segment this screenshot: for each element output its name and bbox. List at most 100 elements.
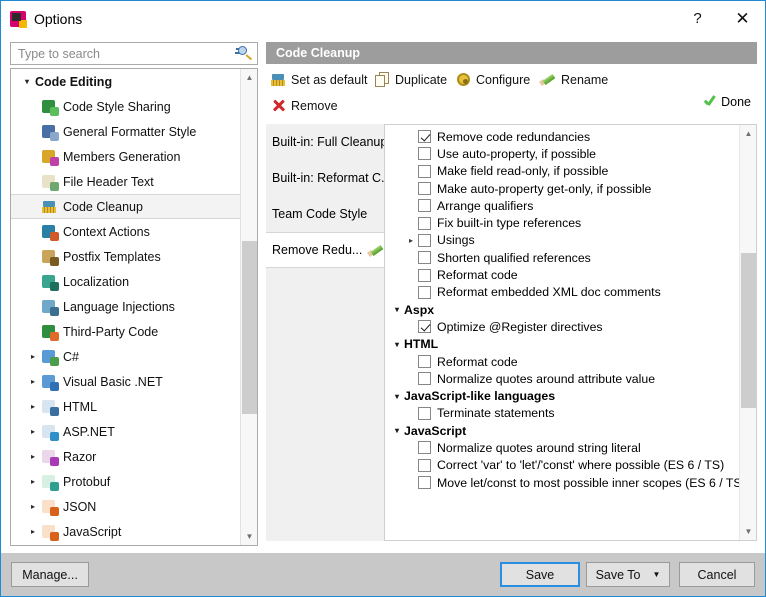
- option-checkbox[interactable]: [418, 234, 431, 247]
- options-scrollbar-thumb[interactable]: [741, 253, 756, 408]
- option-group-header[interactable]: ▾JavaScript: [385, 422, 739, 439]
- chevron-right-icon[interactable]: ▸: [25, 477, 41, 486]
- sidebar-item-code-style-sharing[interactable]: ▸Code Style Sharing: [11, 94, 241, 119]
- options-scroll-up-icon[interactable]: ▲: [740, 125, 757, 142]
- done-button[interactable]: Done: [700, 92, 751, 112]
- sidebar-item-html[interactable]: ▸HTML: [11, 394, 241, 419]
- option-checkbox-row[interactable]: ▸Usings: [385, 232, 739, 249]
- sidebar-item-c[interactable]: ▸C#: [11, 344, 241, 369]
- option-checkbox-row[interactable]: Use auto-property, if possible: [385, 145, 739, 162]
- chevron-right-icon[interactable]: ▸: [25, 502, 41, 511]
- option-checkbox[interactable]: [418, 459, 431, 472]
- save-to-button[interactable]: Save To ▼: [586, 562, 670, 587]
- save-button[interactable]: Save: [500, 562, 580, 587]
- search-input[interactable]: [16, 44, 235, 63]
- chevron-down-icon[interactable]: ▾: [395, 305, 399, 314]
- option-checkbox[interactable]: [418, 217, 431, 230]
- cancel-button[interactable]: Cancel: [679, 562, 755, 587]
- sidebar-item-code-cleanup[interactable]: ▸Code Cleanup: [11, 194, 241, 219]
- tree-scrollbar[interactable]: ▲ ▼: [240, 69, 257, 545]
- option-checkbox[interactable]: [418, 320, 431, 333]
- chevron-right-icon[interactable]: ▸: [25, 377, 41, 386]
- option-checkbox[interactable]: [418, 147, 431, 160]
- chevron-right-icon[interactable]: ▸: [25, 402, 41, 411]
- remove-button[interactable]: Remove: [270, 95, 338, 117]
- tree-scrollbar-thumb[interactable]: [242, 241, 257, 414]
- option-checkbox-row[interactable]: Optimize @Register directives: [385, 318, 739, 335]
- search-box[interactable]: [10, 42, 258, 65]
- close-icon[interactable]: ✕: [720, 4, 765, 34]
- option-checkbox-row[interactable]: Make auto-property get-only, if possible: [385, 180, 739, 197]
- chevron-right-icon[interactable]: ▸: [25, 452, 41, 461]
- option-checkbox-row[interactable]: Fix built-in type references: [385, 214, 739, 231]
- option-checkbox-row[interactable]: Reformat code: [385, 353, 739, 370]
- option-group-header[interactable]: ▾HTML: [385, 336, 739, 353]
- sidebar-item-file-header-text[interactable]: ▸File Header Text: [11, 169, 241, 194]
- option-checkbox[interactable]: [418, 286, 431, 299]
- options-scrollbar[interactable]: ▲ ▼: [739, 125, 756, 540]
- option-checkbox[interactable]: [418, 182, 431, 195]
- chevron-right-icon[interactable]: ▸: [25, 527, 41, 536]
- option-checkbox[interactable]: [418, 251, 431, 264]
- scroll-up-icon[interactable]: ▲: [241, 69, 258, 86]
- option-checkbox[interactable]: [418, 476, 431, 489]
- sidebar-item-asp-net[interactable]: ▸ASP.NET: [11, 419, 241, 444]
- option-group-header[interactable]: ▾JavaScript-like languages: [385, 387, 739, 404]
- duplicate-button[interactable]: Duplicate: [374, 69, 447, 91]
- option-checkbox[interactable]: [418, 355, 431, 368]
- option-checkbox[interactable]: [418, 441, 431, 454]
- option-checkbox-row[interactable]: Reformat embedded XML doc comments: [385, 284, 739, 301]
- sidebar-item-protobuf[interactable]: ▸Protobuf: [11, 469, 241, 494]
- option-checkbox-row[interactable]: Normalize quotes around string literal: [385, 439, 739, 456]
- option-checkbox[interactable]: [418, 130, 431, 143]
- help-button[interactable]: ?: [675, 4, 720, 34]
- sidebar-item-razor[interactable]: ▸Razor: [11, 444, 241, 469]
- option-checkbox-row[interactable]: Remove code redundancies: [385, 128, 739, 145]
- pencil-icon[interactable]: [368, 243, 385, 257]
- profile-list[interactable]: Built-in: Full CleanupBuilt-in: Reformat…: [266, 124, 384, 541]
- sidebar-item-localization[interactable]: ▸Localization: [11, 269, 241, 294]
- set-as-default-button[interactable]: Set as default: [270, 69, 367, 91]
- sidebar-item-javascript[interactable]: ▸JavaScript: [11, 519, 241, 544]
- settings-tree[interactable]: ▾Code Editing▸Code Style Sharing▸General…: [10, 68, 258, 546]
- profile-list-item[interactable]: Remove Redu...: [266, 232, 384, 268]
- profile-list-item[interactable]: Built-in: Reformat C...: [266, 160, 384, 196]
- chevron-down-icon[interactable]: ▾: [395, 426, 399, 435]
- options-scroll-down-icon[interactable]: ▼: [740, 523, 757, 540]
- sidebar-item-members-generation[interactable]: ▸Members Generation: [11, 144, 241, 169]
- sidebar-item-general-formatter-style[interactable]: ▸General Formatter Style: [11, 119, 241, 144]
- rename-button[interactable]: Rename: [540, 69, 608, 91]
- profile-list-item[interactable]: Team Code Style: [266, 196, 384, 232]
- search-icon[interactable]: [235, 43, 257, 64]
- option-checkbox-row[interactable]: Shorten qualified references: [385, 249, 739, 266]
- sidebar-item-context-actions[interactable]: ▸Context Actions: [11, 219, 241, 244]
- sidebar-item-language-injections[interactable]: ▸Language Injections: [11, 294, 241, 319]
- sidebar-item-visual-basic-net[interactable]: ▸Visual Basic .NET: [11, 369, 241, 394]
- option-checkbox-row[interactable]: Reformat code: [385, 266, 739, 283]
- option-checkbox-row[interactable]: Normalize quotes around attribute value: [385, 370, 739, 387]
- scroll-down-icon[interactable]: ▼: [241, 528, 258, 545]
- option-checkbox[interactable]: [418, 165, 431, 178]
- option-checkbox-row[interactable]: Correct 'var' to 'let'/'const' where pos…: [385, 457, 739, 474]
- option-checkbox-row[interactable]: Terminate statements: [385, 405, 739, 422]
- option-group-header[interactable]: ▾Aspx: [385, 301, 739, 318]
- option-checkbox[interactable]: [418, 372, 431, 385]
- configure-button[interactable]: Configure: [455, 69, 530, 91]
- option-checkbox-row[interactable]: Move let/const to most possible inner sc…: [385, 474, 739, 491]
- sidebar-item-third-party-code[interactable]: ▸Third-Party Code: [11, 319, 241, 344]
- chevron-right-icon[interactable]: ▸: [25, 427, 41, 436]
- profile-list-item[interactable]: Built-in: Full Cleanup: [266, 124, 384, 160]
- sidebar-item-typescript[interactable]: ▸TypeScript: [11, 544, 241, 545]
- sidebar-item-code-editing[interactable]: ▾Code Editing: [11, 69, 241, 94]
- sidebar-item-json[interactable]: ▸JSON: [11, 494, 241, 519]
- chevron-right-icon[interactable]: ▸: [404, 236, 418, 245]
- chevron-down-icon[interactable]: ▾: [19, 77, 35, 86]
- manage-button[interactable]: Manage...: [11, 562, 89, 587]
- option-checkbox-row[interactable]: Make field read-only, if possible: [385, 163, 739, 180]
- option-checkbox[interactable]: [418, 269, 431, 282]
- chevron-down-icon[interactable]: ▾: [395, 392, 399, 401]
- option-checkbox[interactable]: [418, 199, 431, 212]
- option-checkbox-row[interactable]: Arrange qualifiers: [385, 197, 739, 214]
- sidebar-item-postfix-templates[interactable]: ▸Postfix Templates: [11, 244, 241, 269]
- chevron-down-icon[interactable]: ▾: [395, 340, 399, 349]
